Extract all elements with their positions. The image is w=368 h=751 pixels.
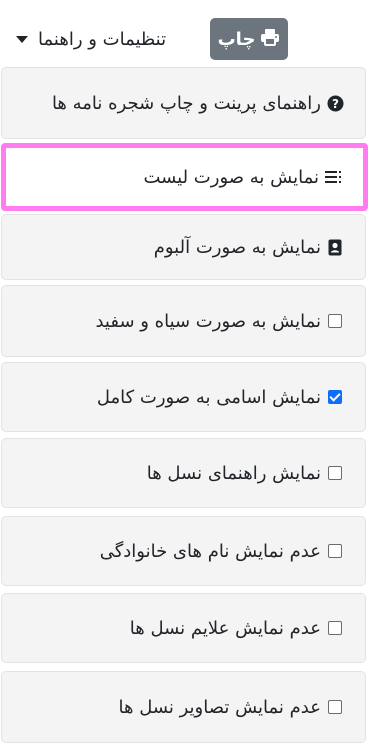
menu-item-list-view[interactable]: نمایش به صورت لیست [1,143,368,211]
hide-generation-marks-checkbox[interactable] [328,621,342,635]
checkbox-icon [325,697,345,717]
menu-item-label: نمایش راهنمای نسل ها [146,462,321,484]
menu-item-print-guide[interactable]: ? راهنمای پرینت و چاپ شجره نامه ها [1,67,366,139]
menu-item-generation-guide[interactable]: نمایش راهنمای نسل ها [1,438,366,508]
menu-item-hide-generation-images[interactable]: عدم نمایش تصاویر نسل ها [1,671,366,743]
full-names-checkbox[interactable] [328,390,342,404]
svg-text:?: ? [332,97,339,111]
checkbox-icon [325,311,345,331]
menu-item-label: عدم نمایش نام های خانوادگی [99,540,321,562]
portrait-card-icon [325,237,345,257]
menu-item-label: نمایش به صورت سیاه و سفید [95,310,321,332]
menu-item-label: نمایش اسامی به صورت کامل [96,386,321,408]
print-button-label: چاپ [217,28,256,50]
menu-item-label: نمایش به صورت آلبوم [153,236,321,258]
menu-item-label: عدم نمایش علایم نسل ها [129,617,321,639]
menu-item-album-view[interactable]: نمایش به صورت آلبوم [1,214,366,280]
settings-dropdown-label: تنظیمات و راهنما [38,28,167,50]
toolbar: تنظیمات و راهنما چاپ [0,17,368,61]
checkbox-icon [325,387,345,407]
checkbox-icon [325,463,345,483]
hide-generation-images-checkbox[interactable] [328,700,342,714]
menu-item-label: عدم نمایش تصاویر نسل ها [118,696,322,718]
menu-item-hide-family-names[interactable]: عدم نمایش نام های خانوادگی [1,516,366,586]
menu-item-black-white[interactable]: نمایش به صورت سیاه و سفید [1,285,366,357]
caret-down-icon [16,35,28,43]
checkbox-icon [325,541,345,561]
printer-icon [260,28,280,51]
list-icon [323,167,343,187]
settings-dropdown-button[interactable]: تنظیمات و راهنما [0,18,204,60]
menu-item-label: راهنمای پرینت و چاپ شجره نامه ها [51,92,321,114]
menu-item-full-names[interactable]: نمایش اسامی به صورت کامل [1,362,366,432]
question-circle-icon: ? [325,93,345,113]
black-white-checkbox[interactable] [328,314,342,328]
menu-item-hide-generation-marks[interactable]: عدم نمایش علایم نسل ها [1,593,366,663]
checkbox-icon [325,618,345,638]
generation-guide-checkbox[interactable] [328,466,342,480]
hide-family-names-checkbox[interactable] [328,544,342,558]
print-button[interactable]: چاپ [210,18,288,60]
menu-item-label: نمایش به صورت لیست [143,166,319,188]
